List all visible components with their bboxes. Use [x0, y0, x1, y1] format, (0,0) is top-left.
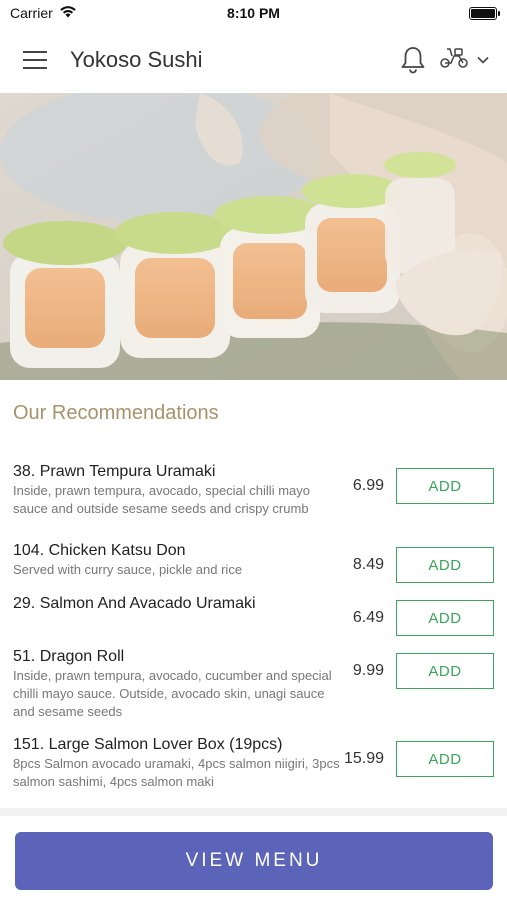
hero-image — [0, 93, 507, 380]
list-item: 51. Dragon Roll Inside, prawn tempura, a… — [0, 647, 507, 721]
app-title: Yokoso Sushi — [70, 46, 203, 72]
battery-fill — [471, 8, 495, 18]
item-description: 8pcs Salmon avocado uramaki, 4pcs salmon… — [13, 756, 340, 789]
sushi-illustration — [0, 93, 507, 380]
bell-icon[interactable] — [393, 40, 433, 80]
add-button[interactable]: ADD — [396, 653, 494, 689]
add-button[interactable]: ADD — [396, 547, 494, 583]
divider — [0, 808, 507, 816]
item-name: 29. Salmon And Avacado Uramaki — [13, 595, 256, 612]
delivery-mode-selector[interactable] — [439, 45, 489, 74]
battery-icon — [469, 6, 500, 20]
add-button[interactable]: ADD — [396, 741, 494, 777]
item-description: Inside, prawn tempura, avocado, cucumber… — [13, 668, 332, 719]
section-title: Our Recommendations — [13, 402, 219, 424]
item-name: 104. Chicken Katsu Don — [13, 542, 186, 559]
item-price: 9.99 — [352, 662, 384, 679]
item-price: 6.99 — [352, 477, 384, 494]
add-button[interactable]: ADD — [396, 600, 494, 636]
status-bar: Carrier 8:10 PM — [0, 0, 507, 26]
item-name: 51. Dragon Roll — [13, 648, 125, 665]
item-name: 151. Large Salmon Lover Box (19pcs) — [13, 736, 283, 753]
item-description: Served with curry sauce, pickle and rice — [13, 562, 243, 577]
list-item: 104. Chicken Katsu Don Served with curry… — [0, 541, 507, 583]
hamburger-menu-icon[interactable] — [12, 37, 58, 83]
status-left: Carrier — [10, 5, 77, 21]
item-price: 6.49 — [352, 609, 384, 626]
view-menu-button[interactable]: VIEW MENU — [15, 832, 493, 890]
chevron-down-icon — [477, 51, 489, 69]
list-item: 38. Prawn Tempura Uramaki Inside, prawn … — [0, 462, 507, 518]
item-name: 38. Prawn Tempura Uramaki — [13, 463, 216, 480]
item-price: 15.99 — [343, 750, 384, 767]
list-item: 151. Large Salmon Lover Box (19pcs) 8pcs… — [0, 735, 507, 791]
app-header: Yokoso Sushi — [0, 26, 507, 93]
add-button[interactable]: ADD — [396, 468, 494, 504]
carrier-label: Carrier — [10, 5, 53, 21]
item-description: Inside, prawn tempura, avocado, special … — [13, 483, 310, 516]
wifi-icon — [59, 5, 77, 21]
list-item: 29. Salmon And Avacado Uramaki 6.49 ADD — [0, 594, 507, 636]
item-price: 8.49 — [352, 556, 384, 573]
scooter-icon — [439, 45, 469, 74]
